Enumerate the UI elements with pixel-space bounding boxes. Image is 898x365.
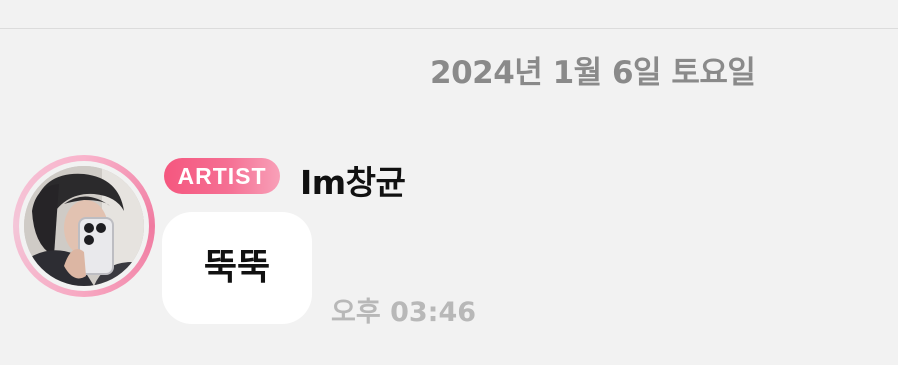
sender-name[interactable]: Im창균 — [300, 156, 406, 204]
top-divider — [0, 28, 898, 29]
message-text: 뚝뚝 — [203, 247, 271, 288]
message-bubble[interactable]: 뚝뚝 — [162, 212, 312, 324]
date-header: 2024년 1월 6일 토요일 — [430, 55, 756, 91]
avatar[interactable] — [24, 166, 144, 286]
avatar-ring[interactable] — [13, 155, 155, 297]
artist-badge: ARTIST — [164, 158, 280, 194]
avatar-photo-icon — [24, 166, 144, 286]
message-timestamp: 오후 03:46 — [331, 297, 477, 328]
